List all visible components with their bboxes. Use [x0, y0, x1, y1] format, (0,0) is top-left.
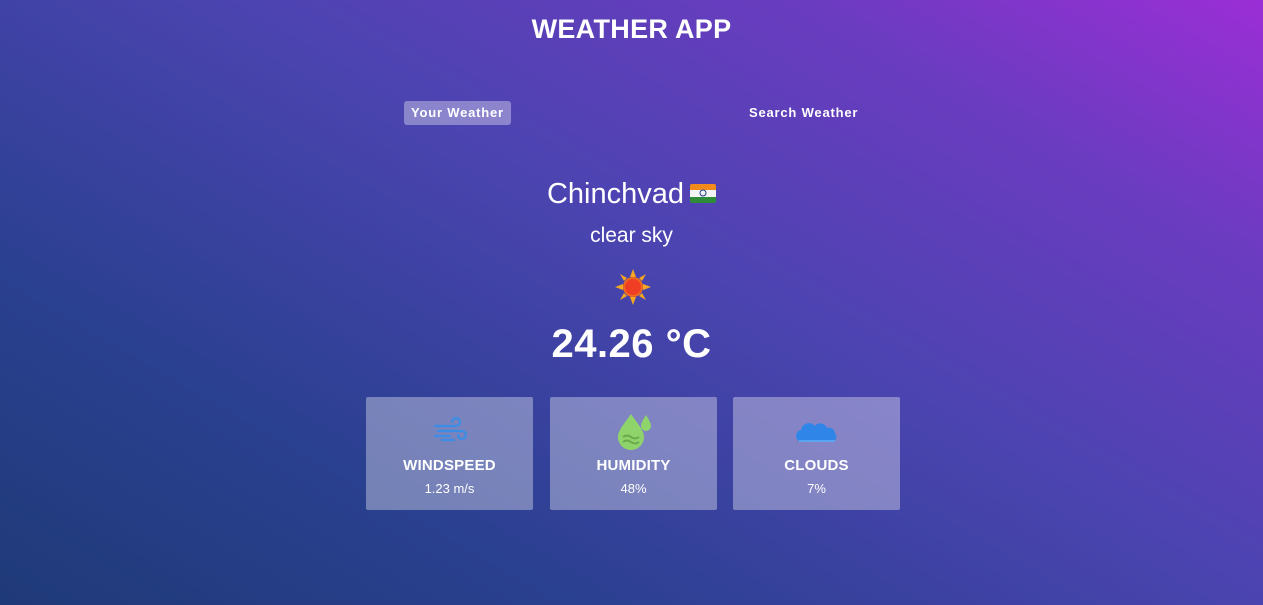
city-name: Chinchvad	[546, 178, 685, 210]
stat-label: CLOUDS	[784, 457, 849, 474]
tab-search-weather[interactable]: Search Weather	[742, 101, 865, 125]
stat-card-humidity: HUMIDITY 48%	[550, 397, 717, 510]
india-flag-icon	[690, 183, 717, 203]
stat-value: 48%	[620, 481, 647, 496]
temperature: 24.26 °C	[551, 322, 712, 366]
stat-value: 1.23 m/s	[424, 481, 475, 496]
stat-label: HUMIDITY	[596, 457, 671, 474]
weather-app: WEATHER APP Your Weather Search Weather …	[0, 0, 1263, 605]
app-title: WEATHER APP	[531, 14, 732, 44]
stat-card-windspeed: WINDSPEED 1.23 m/s	[366, 397, 533, 510]
humidity-icon	[614, 411, 654, 456]
sun-icon	[614, 268, 652, 306]
stat-card-clouds: CLOUDS 7%	[733, 397, 900, 510]
weather-description: clear sky	[590, 224, 673, 247]
cloud-icon	[795, 419, 839, 448]
stat-label: WINDSPEED	[403, 457, 496, 474]
tab-your-weather[interactable]: Your Weather	[404, 101, 511, 125]
wind-icon	[432, 416, 468, 450]
stat-value: 7%	[807, 481, 826, 496]
location-row: Chinchvad	[0, 176, 1263, 212]
